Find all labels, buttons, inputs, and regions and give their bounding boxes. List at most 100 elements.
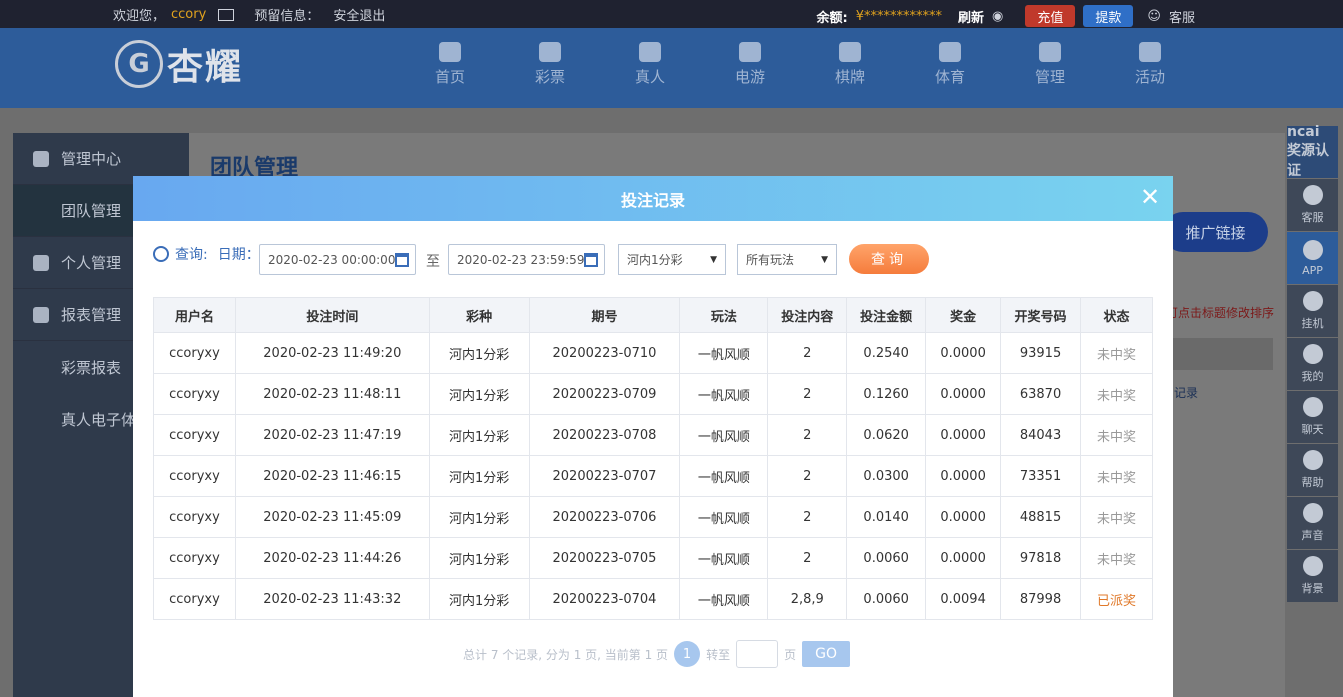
close-icon[interactable]: ✕ — [1139, 185, 1161, 209]
nav-events[interactable]: 活动 — [1100, 42, 1200, 87]
col-prize: 奖金 — [925, 297, 1002, 333]
table-row: ccoryxy 2020-02-23 11:46:15 河内1分彩 20200223-… — [153, 455, 1153, 497]
date-label: 日期： — [217, 247, 260, 263]
rightbar-certify[interactable]: ncai 奖源认证 — [1287, 124, 1338, 179]
play-select[interactable]: 所有玩法 ▼ — [737, 244, 837, 275]
sort-hint: 可点击标题修改排序 — [1166, 306, 1275, 320]
notice-label: 预留信息： — [254, 9, 320, 24]
right-toolbar: ncai 奖源认证 客服 APP 挂机 我的 聊天 帮助 声音 背景 — [1287, 124, 1338, 697]
trophy-icon — [939, 42, 961, 62]
calendar-icon[interactable] — [395, 253, 409, 267]
nav-slots[interactable]: 电游 — [700, 42, 800, 87]
nav-cards[interactable]: 棋牌 — [800, 42, 900, 87]
col-lottery: 彩种 — [428, 297, 530, 333]
rightbar-sound[interactable]: 声音 — [1287, 497, 1338, 549]
nav-lottery[interactable]: 彩票 — [500, 42, 600, 87]
nav-home[interactable]: 首页 — [400, 42, 500, 87]
refresh-button[interactable]: 刷新 — [958, 7, 984, 26]
main-nav: 首页 彩票 真人 电游 棋牌 体育 管理 活动 — [400, 42, 1200, 87]
query-label: 查询: — [175, 247, 208, 263]
nav-live[interactable]: 真人 — [600, 42, 700, 87]
help-icon — [1302, 450, 1323, 470]
logout-link[interactable]: 安全退出 — [333, 5, 385, 24]
record-link[interactable]: 记录 — [1174, 384, 1198, 401]
brand-name: 杏耀 — [167, 47, 244, 88]
col-bet-time: 投注时间 — [234, 297, 430, 333]
status-badge: 已派奖 — [1080, 578, 1153, 620]
modal-header: 投注记录 ✕ — [133, 176, 1173, 221]
lottery-select[interactable]: 河内1分彩 ▼ — [618, 244, 726, 275]
rightbar-mine[interactable]: 我的 — [1287, 338, 1338, 390]
chat-icon — [1302, 397, 1323, 417]
service-icon[interactable]: ☺ — [1147, 9, 1161, 24]
table-row: ccoryxy 2020-02-23 11:43:32 河内1分彩 20200223-… — [153, 578, 1153, 620]
query-button[interactable]: 查询 — [849, 244, 929, 274]
end-date-input[interactable]: 2020-02-23 23:59:59 — [448, 244, 605, 275]
palette-icon — [1302, 556, 1323, 576]
robot-icon — [1302, 291, 1323, 311]
bet-record-modal: 投注记录 ✕ 查询: 日期： 2020-02-23 00:00:00 至 202… — [133, 176, 1173, 697]
modal-title: 投注记录 — [620, 190, 685, 210]
status-badge: 未中奖 — [1080, 332, 1153, 374]
status-badge: 未中奖 — [1080, 455, 1153, 497]
status-badge: 未中奖 — [1080, 414, 1153, 456]
chevron-down-icon: ▼ — [710, 255, 717, 265]
top-bar: 欢迎您， ccory 预留信息： 安全退出 余额: ¥************ … — [0, 0, 1343, 28]
calendar-icon[interactable] — [584, 253, 598, 267]
logo[interactable]: G 杏耀 — [115, 38, 243, 90]
service-link[interactable]: 客服 — [1169, 7, 1195, 26]
table-row: ccoryxy 2020-02-23 11:44:26 河内1分彩 20200223-… — [153, 537, 1153, 579]
status-badge: 未中奖 — [1080, 496, 1153, 538]
gift-icon — [1139, 42, 1161, 62]
username[interactable]: ccory — [171, 7, 206, 22]
rightbar-app[interactable]: APP — [1287, 232, 1338, 284]
page-input[interactable] — [736, 640, 779, 668]
live-icon — [639, 42, 661, 62]
home-icon — [439, 42, 461, 62]
bet-record-table: 用户名 投注时间 彩种 期号 玩法 投注内容 投注金额 奖金 开奖号码 状态 c… — [153, 297, 1153, 620]
nav-manage[interactable]: 管理 — [1000, 42, 1100, 87]
col-status: 状态 — [1080, 297, 1153, 333]
rightbar-hangup[interactable]: 挂机 — [1287, 285, 1338, 337]
promo-link-button[interactable]: 推广链接 — [1163, 212, 1268, 252]
report-icon — [33, 306, 49, 323]
search-icon — [153, 246, 169, 262]
slots-icon — [739, 42, 761, 62]
rightbar-help[interactable]: 帮助 — [1287, 444, 1338, 496]
col-play: 玩法 — [679, 297, 769, 333]
balance-label: 余额: — [816, 10, 848, 26]
mail-icon[interactable] — [218, 8, 235, 21]
page-unit-label: 页 — [784, 647, 797, 662]
rightbar-chat[interactable]: 聊天 — [1287, 391, 1338, 443]
table-header-strip — [1173, 338, 1273, 370]
user-icon — [1302, 344, 1323, 364]
logo-icon: G — [115, 40, 163, 88]
rightbar-background[interactable]: 背景 — [1287, 550, 1338, 602]
table-header-row: 用户名 投注时间 彩种 期号 玩法 投注内容 投注金额 奖金 开奖号码 状态 — [153, 297, 1153, 333]
users-icon — [33, 150, 49, 167]
chevron-down-icon: ▼ — [821, 255, 828, 265]
phone-icon — [1302, 239, 1323, 260]
col-amount: 投注金额 — [846, 297, 927, 333]
goto-label: 转至 — [706, 647, 731, 662]
page-number-current[interactable]: 1 — [674, 641, 701, 667]
pagination: 总计 7 个记录, 分为 1 页, 当前第 1 页 1 转至 页 GO — [463, 640, 851, 668]
col-username: 用户名 — [153, 297, 236, 333]
balance-value: ¥************ — [855, 8, 943, 24]
deposit-button[interactable]: 充值 — [1025, 5, 1076, 27]
query-label-group: 查询: 日期： — [153, 244, 260, 264]
lottery-icon — [539, 42, 561, 62]
go-button[interactable]: GO — [802, 641, 851, 667]
withdraw-button[interactable]: 提款 — [1083, 5, 1134, 27]
nav-sports[interactable]: 体育 — [900, 42, 1000, 87]
start-date-input[interactable]: 2020-02-23 00:00:00 — [259, 244, 416, 275]
pager-summary: 总计 7 个记录, 分为 1 页, 当前第 1 页 — [463, 647, 669, 662]
user-icon — [33, 254, 49, 271]
rightbar-service[interactable]: 客服 — [1287, 179, 1338, 231]
date-separator: 至 — [426, 254, 440, 270]
status-badge: 未中奖 — [1080, 537, 1153, 579]
table-row: ccoryxy 2020-02-23 11:45:09 河内1分彩 20200223-… — [153, 496, 1153, 538]
users-icon — [1039, 42, 1061, 62]
col-draw-number: 开奖号码 — [1000, 297, 1082, 333]
eye-icon[interactable]: ◉ — [992, 9, 1003, 24]
